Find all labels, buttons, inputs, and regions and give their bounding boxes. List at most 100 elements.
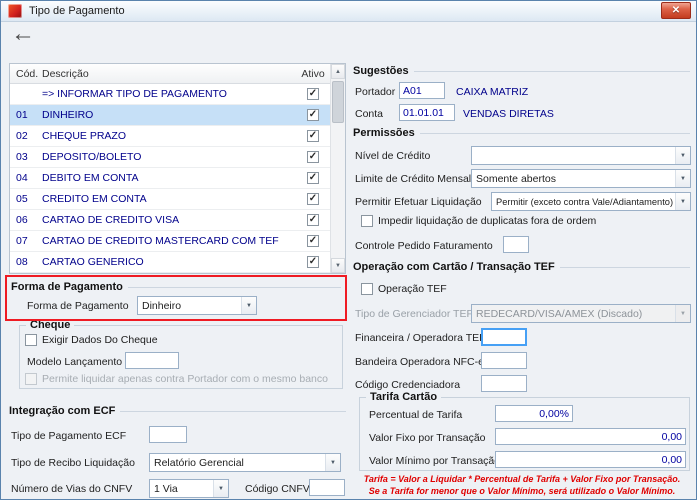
percentual-tarifa-input[interactable] xyxy=(495,405,573,422)
vias-cnfv-select[interactable]: 1 Via ▼ xyxy=(149,479,229,498)
tipo-pagamento-ecf-input[interactable] xyxy=(149,426,187,443)
payment-row-ativo-cell: ✓ xyxy=(296,172,330,184)
codigo-credenciadora-input[interactable] xyxy=(481,375,527,392)
valor-fixo-label: Valor Fixo por Transação xyxy=(369,432,486,444)
scroll-down-icon[interactable]: ▼ xyxy=(331,258,345,273)
tarifa-warning-line2: Se a Tarifa for menor que o Valor Mínimo… xyxy=(368,486,676,496)
ativo-checkbox[interactable]: ✓ xyxy=(307,235,319,247)
portador-description: CAIXA MATRIZ xyxy=(456,86,529,98)
bandeira-nfce-input[interactable] xyxy=(481,352,527,369)
grid-scrollbar[interactable]: ▲ ▼ xyxy=(330,64,345,273)
payment-row-desc: DEPOSITO/BOLETO xyxy=(42,151,142,163)
chevron-down-icon[interactable]: ▼ xyxy=(325,454,340,471)
payment-row[interactable]: 03 DEPOSITO/BOLETO ✓ xyxy=(10,147,330,168)
ativo-checkbox[interactable]: ✓ xyxy=(307,151,319,163)
codigo-cnfv-input[interactable] xyxy=(309,479,345,496)
col-header-cod[interactable]: Cód. xyxy=(10,68,38,80)
chevron-down-icon[interactable]: ▼ xyxy=(675,170,690,187)
operacao-tef-checkbox-row[interactable]: Operação TEF xyxy=(361,283,447,295)
impedir-liquidacao-checkbox-row[interactable]: Impedir liquidação de duplicatas fora de… xyxy=(361,215,596,227)
nivel-credito-label: Nível de Crédito xyxy=(355,150,431,162)
forma-pagamento-select[interactable]: Dinheiro ▼ xyxy=(137,296,257,315)
financeira-tef-input[interactable] xyxy=(481,328,527,346)
conta-label: Conta xyxy=(355,108,384,120)
payment-row[interactable]: 02 CHEQUE PRAZO ✓ xyxy=(10,126,330,147)
payment-row-desc: => INFORMAR TIPO DE PAGAMENTO xyxy=(42,88,227,100)
window-title: Tipo de Pagamento xyxy=(29,5,125,17)
sugestoes-section-header: Sugestões xyxy=(353,65,690,77)
payment-row-desc: CARTAO GENERICO xyxy=(42,256,144,268)
nivel-credito-select[interactable]: ▼ xyxy=(471,146,691,165)
modelo-lancamento-label: Modelo Lançamento xyxy=(27,356,123,368)
back-button[interactable]: ← xyxy=(11,21,35,47)
ativo-checkbox[interactable]: ✓ xyxy=(307,172,319,184)
impedir-liquidacao-label: Impedir liquidação de duplicatas fora de… xyxy=(378,215,597,227)
chevron-down-icon[interactable]: ▼ xyxy=(675,193,690,210)
valor-fixo-input[interactable] xyxy=(495,428,686,445)
operacao-tef-label: Operação TEF xyxy=(378,283,447,295)
permite-liquidar-checkbox xyxy=(25,373,37,385)
ativo-checkbox[interactable]: ✓ xyxy=(307,88,319,100)
tipo-pagamento-ecf-label: Tipo de Pagamento ECF xyxy=(11,430,127,442)
tarifa-warning-line1: Tarifa = Valor a Liquidar * Percentual d… xyxy=(363,474,681,484)
ativo-checkbox[interactable]: ✓ xyxy=(307,214,319,226)
payment-row[interactable]: => INFORMAR TIPO DE PAGAMENTO ✓ xyxy=(10,84,330,105)
permitir-liquidacao-select[interactable]: Permitir (exceto contra Vale/Adiantament… xyxy=(491,192,691,211)
operacao-tef-checkbox[interactable] xyxy=(361,283,373,295)
tef-section-header: Operação com Cartão / Transação TEF xyxy=(353,261,690,273)
payment-row[interactable]: 01 DINHEIRO ✓ xyxy=(10,105,330,126)
permissoes-section-header: Permissões xyxy=(353,127,690,139)
ativo-checkbox[interactable]: ✓ xyxy=(307,130,319,142)
ativo-checkbox[interactable]: ✓ xyxy=(307,109,319,121)
percentual-tarifa-label: Percentual de Tarifa xyxy=(369,409,463,421)
conta-input[interactable] xyxy=(399,104,455,121)
payment-row[interactable]: 06 CARTAO DE CREDITO VISA ✓ xyxy=(10,210,330,231)
payment-row[interactable]: 07 CARTAO DE CREDITO MASTERCARD COM TEF … xyxy=(10,231,330,252)
exigir-dados-label: Exigir Dados Do Cheque xyxy=(42,334,158,346)
payment-row-cod: 01 xyxy=(16,109,28,121)
section-divider xyxy=(127,286,341,288)
permitir-liquidacao-label: Permitir Efetuar Liquidação xyxy=(355,196,482,208)
ecf-title: Integração com ECF xyxy=(9,405,116,417)
controle-pedido-input[interactable] xyxy=(503,236,529,253)
valor-minimo-input[interactable] xyxy=(495,451,686,468)
payment-row[interactable]: 05 CREDITO EM CONTA ✓ xyxy=(10,189,330,210)
col-header-desc[interactable]: Descrição xyxy=(38,68,296,80)
scroll-thumb[interactable] xyxy=(332,81,344,123)
chevron-down-icon[interactable]: ▼ xyxy=(213,480,228,497)
section-divider xyxy=(559,266,690,268)
exigir-dados-checkbox[interactable] xyxy=(25,334,37,346)
ecf-section-header: Integração com ECF xyxy=(9,405,346,417)
portador-input[interactable] xyxy=(399,82,445,99)
payment-row-ativo-cell: ✓ xyxy=(296,193,330,205)
permissoes-title: Permissões xyxy=(353,127,415,139)
close-icon[interactable]: ✕ xyxy=(661,2,691,19)
col-header-ativo[interactable]: Ativo xyxy=(296,68,330,80)
tipo-recibo-value: Relatório Gerencial xyxy=(154,456,244,469)
scroll-up-icon[interactable]: ▲ xyxy=(331,64,345,79)
payment-row-desc: DINHEIRO xyxy=(42,109,94,121)
payment-row-cod: 08 xyxy=(16,256,28,268)
limite-credito-select[interactable]: Somente abertos ▼ xyxy=(471,169,691,188)
payment-row-cod: 05 xyxy=(16,193,28,205)
section-divider xyxy=(120,410,346,412)
grid-body: => INFORMAR TIPO DE PAGAMENTO ✓ 01 DINHE… xyxy=(10,84,330,273)
payment-row-desc: CARTAO DE CREDITO VISA xyxy=(42,214,180,226)
exigir-dados-checkbox-row[interactable]: Exigir Dados Do Cheque xyxy=(25,334,158,346)
modelo-lancamento-input[interactable] xyxy=(125,352,179,369)
cheque-title: Cheque xyxy=(26,318,75,333)
payment-row-cod: 07 xyxy=(16,235,28,247)
ativo-checkbox[interactable]: ✓ xyxy=(307,193,319,205)
payment-row[interactable]: 08 CARTAO GENERICO ✓ xyxy=(10,252,330,273)
payment-row[interactable]: 04 DEBITO EM CONTA ✓ xyxy=(10,168,330,189)
chevron-down-icon[interactable]: ▼ xyxy=(241,297,256,314)
impedir-liquidacao-checkbox[interactable] xyxy=(361,215,373,227)
gerenciador-tef-value: REDECARD/VISA/AMEX (Discado) xyxy=(476,307,643,320)
payment-row-desc: CARTAO DE CREDITO MASTERCARD COM TEF xyxy=(42,235,279,247)
codigo-cnfv-label: Código CNFV xyxy=(245,483,310,495)
chevron-down-icon[interactable]: ▼ xyxy=(675,147,690,164)
tipo-recibo-select[interactable]: Relatório Gerencial ▼ xyxy=(149,453,341,472)
ativo-checkbox[interactable]: ✓ xyxy=(307,256,319,268)
payment-row-ativo-cell: ✓ xyxy=(296,235,330,247)
conta-description: VENDAS DIRETAS xyxy=(463,108,554,120)
